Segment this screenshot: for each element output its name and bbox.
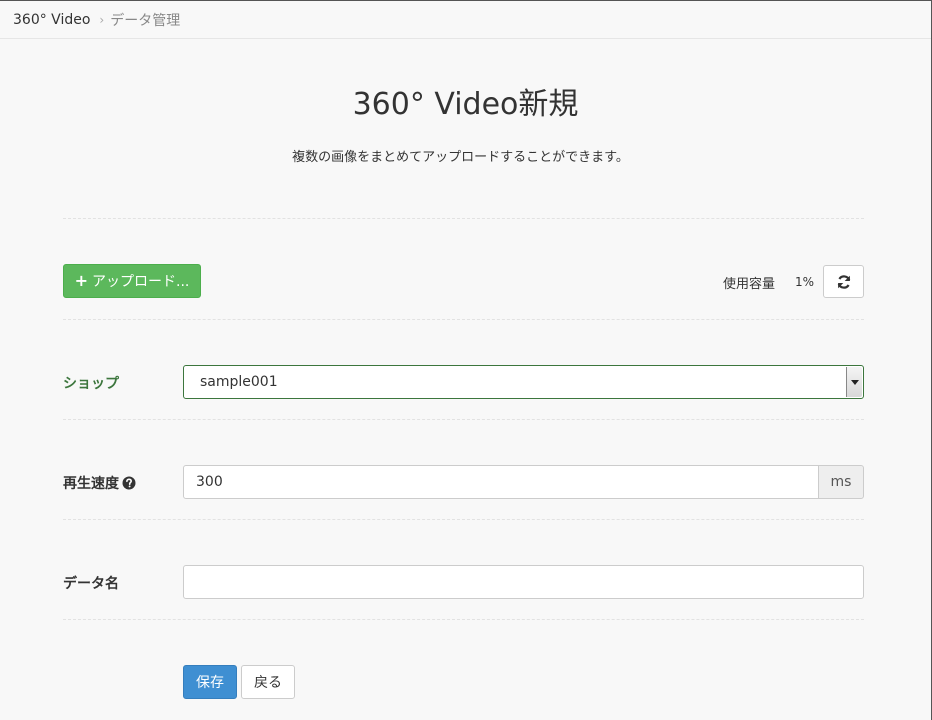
app-frame: 360° Video › データ管理 360° Video新規 複数の画像をまと… (0, 0, 932, 720)
speed-input[interactable]: 300 (183, 465, 819, 499)
usage-label: 使用容量 (723, 277, 776, 292)
chevron-down-icon[interactable] (846, 367, 862, 397)
breadcrumb: 360° Video › データ管理 (0, 2, 931, 39)
breadcrumb-separator: › (99, 13, 105, 27)
shop-label: ショップ (63, 373, 119, 393)
name-input[interactable] (183, 565, 864, 599)
shop-label-text: ショップ (63, 376, 119, 392)
name-label-text: データ名 (63, 576, 119, 592)
upload-button[interactable]: + アップロード... (63, 264, 201, 298)
upload-button-label: アップロード... (92, 274, 190, 290)
question-circle-icon[interactable] (122, 476, 136, 490)
speed-label: 再生速度 (63, 473, 136, 493)
divider (63, 519, 864, 520)
page-description: 複数の画像をまとめてアップロードすることができます。 (292, 150, 629, 165)
divider (63, 419, 864, 420)
breadcrumb-current: データ管理 (110, 13, 181, 29)
breadcrumb-root-link[interactable]: 360° Video (13, 12, 90, 28)
refresh-icon (837, 274, 850, 289)
speed-label-text: 再生速度 (63, 476, 119, 492)
shop-select-value: sample001 (200, 374, 278, 390)
divider (63, 319, 864, 320)
usage-value: 1% (795, 275, 815, 289)
save-button[interactable]: 保存 (183, 665, 237, 699)
name-label: データ名 (63, 573, 119, 593)
speed-input-value: 300 (196, 474, 223, 490)
divider (63, 218, 864, 219)
page-title: 360° Video新規 (352, 87, 579, 122)
divider (63, 619, 864, 620)
back-button[interactable]: 戻る (241, 665, 295, 699)
plus-icon: + (74, 271, 89, 290)
shop-select[interactable]: sample001 (183, 365, 864, 399)
speed-unit-addon: ms (818, 465, 864, 499)
refresh-button[interactable] (823, 265, 864, 298)
